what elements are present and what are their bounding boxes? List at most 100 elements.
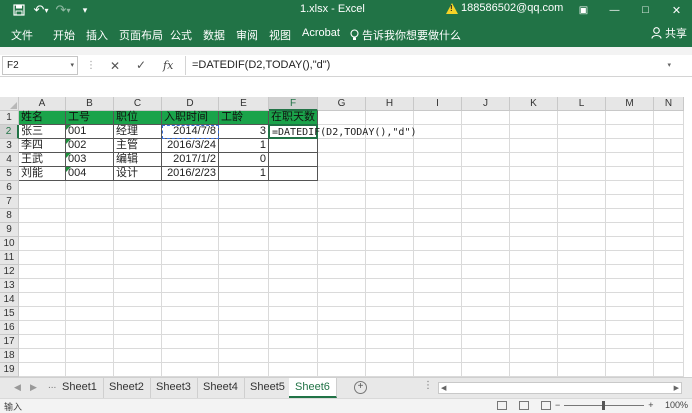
cell-a4[interactable]: 王武 — [19, 153, 66, 167]
ribbon-display-options-button[interactable]: ▣ — [568, 0, 599, 20]
row-header-14[interactable]: 14 — [0, 293, 19, 307]
column-header-c[interactable]: C — [114, 97, 162, 111]
cell-m15[interactable] — [606, 307, 654, 321]
cell-b18[interactable] — [66, 349, 114, 363]
cell-n3[interactable] — [654, 139, 684, 153]
cell-b8[interactable] — [66, 209, 114, 223]
cell-a10[interactable] — [19, 237, 66, 251]
cell-h8[interactable] — [366, 209, 414, 223]
cell-e6[interactable] — [219, 181, 269, 195]
cell-c9[interactable] — [114, 223, 162, 237]
cell-j16[interactable] — [462, 321, 510, 335]
cell-d8[interactable] — [162, 209, 219, 223]
cell-l9[interactable] — [558, 223, 606, 237]
tab-file[interactable]: 文件 — [11, 27, 33, 43]
cell-b11[interactable] — [66, 251, 114, 265]
cell-h10[interactable] — [366, 237, 414, 251]
sheet-tab-4[interactable]: Sheet4 — [197, 378, 245, 398]
cell-k5[interactable] — [510, 167, 558, 181]
cell-g18[interactable] — [318, 349, 366, 363]
cell-h3[interactable] — [366, 139, 414, 153]
column-header-f[interactable]: F — [269, 97, 318, 111]
cell-f5[interactable] — [269, 167, 318, 181]
cell-k8[interactable] — [510, 209, 558, 223]
cell-g16[interactable] — [318, 321, 366, 335]
cell-l6[interactable] — [558, 181, 606, 195]
cell-k2[interactable] — [510, 125, 558, 139]
cell-n2[interactable] — [654, 125, 684, 139]
cell-a3[interactable]: 李四 — [19, 139, 66, 153]
cell-j17[interactable] — [462, 335, 510, 349]
cell-l8[interactable] — [558, 209, 606, 223]
cell-j6[interactable] — [462, 181, 510, 195]
expand-formula-bar-icon[interactable]: ▾ — [667, 61, 671, 69]
cell-f16[interactable] — [269, 321, 318, 335]
cell-e2[interactable]: 3 — [219, 125, 269, 139]
cell-f13[interactable] — [269, 279, 318, 293]
tab-view[interactable]: 视图 — [269, 27, 291, 43]
row-header-10[interactable]: 10 — [0, 237, 19, 251]
cell-n18[interactable] — [654, 349, 684, 363]
row-header-18[interactable]: 18 — [0, 349, 19, 363]
cell-m2[interactable] — [606, 125, 654, 139]
sheet-tab-6[interactable]: Sheet6 — [289, 378, 337, 398]
zoom-in-button[interactable]: + — [648, 400, 653, 410]
cell-d6[interactable] — [162, 181, 219, 195]
cell-c7[interactable] — [114, 195, 162, 209]
cell-i7[interactable] — [414, 195, 462, 209]
cell-h1[interactable] — [366, 111, 414, 125]
cell-f1[interactable]: 在职天数 — [269, 111, 318, 125]
cell-b19[interactable] — [66, 363, 114, 377]
cell-j2[interactable] — [462, 125, 510, 139]
cell-d11[interactable] — [162, 251, 219, 265]
prev-sheet-button[interactable]: ◀ — [14, 382, 21, 393]
scroll-left-icon[interactable]: ◀ — [441, 383, 446, 394]
cell-m1[interactable] — [606, 111, 654, 125]
zoom-out-button[interactable]: − — [555, 400, 560, 410]
cell-j7[interactable] — [462, 195, 510, 209]
cell-b16[interactable] — [66, 321, 114, 335]
cell-c17[interactable] — [114, 335, 162, 349]
customize-qat-button[interactable]: ▾ — [74, 0, 96, 20]
page-break-view-icon[interactable] — [541, 401, 551, 410]
name-box[interactable]: F2 ▾ — [2, 56, 78, 75]
cell-a14[interactable] — [19, 293, 66, 307]
cell-e16[interactable] — [219, 321, 269, 335]
cell-j14[interactable] — [462, 293, 510, 307]
cell-g5[interactable] — [318, 167, 366, 181]
cell-n19[interactable] — [654, 363, 684, 377]
cell-n1[interactable] — [654, 111, 684, 125]
row-header-6[interactable]: 6 — [0, 181, 19, 195]
cell-f18[interactable] — [269, 349, 318, 363]
cell-f15[interactable] — [269, 307, 318, 321]
cell-c11[interactable] — [114, 251, 162, 265]
column-header-i[interactable]: I — [414, 97, 462, 111]
cell-b1[interactable]: 工号 — [66, 111, 114, 125]
tab-home[interactable]: 开始 — [53, 27, 75, 43]
cell-d18[interactable] — [162, 349, 219, 363]
cell-l7[interactable] — [558, 195, 606, 209]
cell-m17[interactable] — [606, 335, 654, 349]
cell-i6[interactable] — [414, 181, 462, 195]
cell-f14[interactable] — [269, 293, 318, 307]
cell-e15[interactable] — [219, 307, 269, 321]
zoom-thumb[interactable] — [602, 400, 606, 410]
cell-c6[interactable] — [114, 181, 162, 195]
cell-e3[interactable]: 1 — [219, 139, 269, 153]
column-header-j[interactable]: J — [462, 97, 510, 111]
cell-l19[interactable] — [558, 363, 606, 377]
cell-b4[interactable]: 003 — [66, 153, 114, 167]
scroll-right-icon[interactable]: ▶ — [674, 383, 679, 394]
cell-c15[interactable] — [114, 307, 162, 321]
cell-e5[interactable]: 1 — [219, 167, 269, 181]
cell-c10[interactable] — [114, 237, 162, 251]
cell-e14[interactable] — [219, 293, 269, 307]
row-header-5[interactable]: 5 — [0, 167, 19, 181]
account-info[interactable]: ! 188586502@qq.com — [446, 2, 563, 14]
cell-j5[interactable] — [462, 167, 510, 181]
cell-m3[interactable] — [606, 139, 654, 153]
cell-e11[interactable] — [219, 251, 269, 265]
cell-h13[interactable] — [366, 279, 414, 293]
cell-i4[interactable] — [414, 153, 462, 167]
next-sheet-button[interactable]: ▶ — [30, 382, 37, 393]
